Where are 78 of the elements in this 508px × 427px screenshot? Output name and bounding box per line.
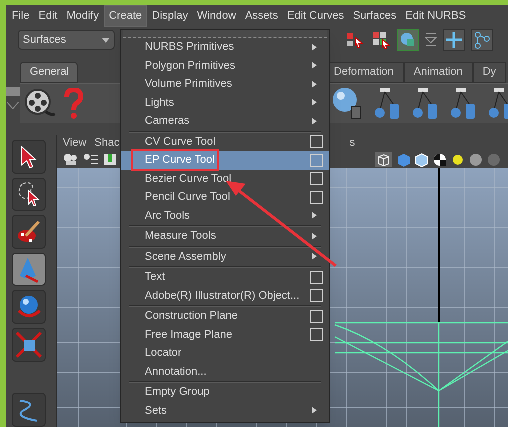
option-box-button[interactable]: [310, 270, 323, 284]
menu-item[interactable]: Cameras: [121, 112, 329, 130]
menu-item[interactable]: Empty Group: [121, 383, 329, 402]
select-objects-icon[interactable]: [371, 30, 391, 50]
curve-tool-icon[interactable]: [12, 393, 46, 427]
wireframe-cube-icon[interactable]: [375, 152, 393, 168]
submenu-arrow-icon: [312, 253, 317, 260]
shadow-sphere-icon[interactable]: [469, 152, 483, 166]
menu-item[interactable]: NURBS Primitives: [121, 38, 329, 56]
submenu-arrow-icon: [312, 407, 317, 414]
option-box-button[interactable]: [310, 310, 323, 323]
submenu-arrow-icon: [312, 62, 317, 70]
menu-item[interactable]: Bezier Curve Tool: [121, 170, 329, 188]
menu-item[interactable]: Locator: [121, 344, 329, 362]
menu-item[interactable]: Text: [121, 268, 329, 286]
constraint-icon[interactable]: [448, 86, 478, 120]
menu-item[interactable]: Measure Tools: [121, 227, 329, 246]
menu-bar-item[interactable]: Edit NURBS: [402, 6, 470, 26]
filter-icon[interactable]: [425, 31, 437, 49]
cube-scale-icon[interactable]: [12, 328, 46, 362]
sphere-rotate-icon[interactable]: [12, 290, 46, 324]
menu-item[interactable]: CV Curve Tool: [121, 132, 329, 151]
paint-brush-icon[interactable]: [12, 215, 46, 249]
caret-icon: [102, 38, 110, 42]
light-bulb-icon[interactable]: [451, 152, 465, 166]
select-components-icon[interactable]: [345, 30, 365, 50]
shelf-tab[interactable]: General: [20, 62, 78, 83]
option-box-button[interactable]: [310, 289, 323, 302]
menu-bar-item[interactable]: Create: [104, 4, 148, 28]
menu-item[interactable]: Adobe(R) Illustrator(R) Object...: [121, 286, 329, 305]
camera-icon[interactable]: [63, 153, 79, 166]
option-box-button[interactable]: [310, 172, 323, 186]
viewport-menu-item[interactable]: Shac: [94, 134, 120, 152]
constraint-icon[interactable]: [410, 86, 440, 120]
submenu-arrow-icon: [312, 80, 317, 88]
menu-item[interactable]: Free Image Plane: [121, 326, 329, 344]
submenu-arrow-icon: [312, 44, 317, 51]
shelf-menu-handle[interactable]: [6, 87, 20, 96]
submenu-arrow-icon: [312, 99, 317, 106]
constraint-icon[interactable]: [372, 86, 402, 120]
shelf-tab[interactable]: Dy: [472, 62, 506, 83]
option-box-button[interactable]: [310, 328, 323, 342]
option-box-button[interactable]: [310, 135, 323, 148]
mode-dropdown[interactable]: Surfaces: [18, 30, 115, 50]
viewport-menu-item[interactable]: s: [350, 134, 356, 152]
submenu-arrow-icon: [312, 212, 317, 220]
viewport-menu-item[interactable]: View: [63, 134, 87, 152]
tear-off-handle[interactable]: [123, 30, 327, 38]
cone-move-icon[interactable]: [12, 252, 46, 286]
sphere-trash-icon[interactable]: [332, 86, 364, 120]
camera-list-icon[interactable]: [83, 153, 99, 166]
menu-bar-item[interactable]: Modify: [62, 6, 104, 26]
menu-bar-item[interactable]: Surfaces: [349, 6, 401, 26]
menu-bar-item[interactable]: Edit Curves: [283, 6, 348, 26]
menu-item[interactable]: Lights: [121, 94, 329, 112]
menu-item[interactable]: Pencil Curve Tool: [121, 188, 329, 206]
shelf-tab[interactable]: Animation: [404, 62, 473, 83]
submenu-arrow-icon: [312, 118, 317, 125]
constraint-icon[interactable]: [486, 86, 508, 120]
menu-item[interactable]: Annotation...: [121, 362, 329, 381]
menu-bar-item[interactable]: Display: [148, 6, 192, 26]
snap-curve-icon[interactable]: [471, 29, 493, 51]
menu-bar-item[interactable]: Assets: [241, 6, 282, 26]
menu-item[interactable]: Sets: [121, 402, 329, 420]
snap-grid-icon[interactable]: [443, 29, 465, 51]
menu-item[interactable]: Construction Plane: [121, 307, 329, 326]
submenu-arrow-icon: [312, 232, 317, 240]
bookmark-icon[interactable]: [103, 153, 117, 166]
lasso-tool-icon[interactable]: [12, 178, 46, 212]
select-tool-icon[interactable]: [12, 140, 46, 174]
menu-item[interactable]: Scene Assembly: [121, 248, 329, 266]
down-arrow-icon[interactable]: [7, 102, 19, 109]
menu-item[interactable]: Arc Tools: [121, 206, 329, 225]
menu-bar-item[interactable]: Edit: [34, 6, 62, 26]
checker-sphere-icon[interactable]: [433, 152, 447, 166]
option-box-button[interactable]: [310, 190, 323, 204]
menu-bar-item[interactable]: Window: [193, 6, 240, 26]
menu-bar-item[interactable]: File: [8, 6, 34, 26]
